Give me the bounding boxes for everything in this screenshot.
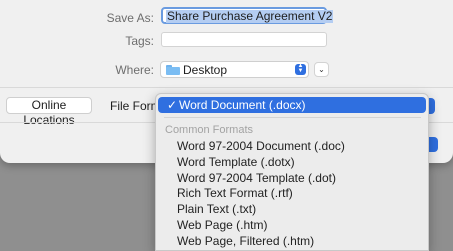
tags-label: Tags: bbox=[125, 34, 154, 48]
menu-item[interactable]: Word 97-2004 Template (.dot) bbox=[177, 171, 336, 185]
file-format-menu: ✓ Word Document (.docx) Common Formats W… bbox=[155, 93, 429, 251]
menu-separator bbox=[164, 117, 421, 118]
checkmark-icon: ✓ bbox=[167, 98, 178, 112]
menu-item[interactable]: Word Template (.dotx) bbox=[177, 155, 295, 169]
expand-chevron-icon[interactable]: ⌄ bbox=[314, 62, 329, 77]
menu-item-label: Word Document (.docx) bbox=[179, 98, 306, 112]
save-as-label: Save As: bbox=[106, 11, 154, 25]
folder-icon bbox=[166, 65, 180, 75]
menu-item[interactable]: Plain Text (.txt) bbox=[177, 202, 256, 216]
menu-item[interactable]: Rich Text Format (.rtf) bbox=[177, 186, 293, 200]
where-label: Where: bbox=[115, 63, 154, 77]
menu-item[interactable]: Word 97-2004 Document (.doc) bbox=[177, 139, 345, 153]
popup-stepper-icon: ▲ ▼ bbox=[295, 63, 306, 75]
save-as-value: Share Purchase Agreement V2 bbox=[166, 9, 334, 23]
tags-input[interactable] bbox=[161, 32, 327, 47]
menu-item-selected[interactable]: ✓ Word Document (.docx) bbox=[158, 97, 426, 113]
divider bbox=[0, 87, 453, 88]
where-value: Desktop bbox=[183, 63, 228, 77]
online-locations-button[interactable]: Online Locations bbox=[6, 97, 92, 127]
save-as-input[interactable]: Share Purchase Agreement V2 bbox=[161, 7, 334, 24]
menu-item[interactable]: Web Page, Filtered (.htm) bbox=[177, 234, 314, 248]
where-popup[interactable]: Desktop ▲ ▼ bbox=[160, 61, 309, 78]
menu-item[interactable]: Web Page (.htm) bbox=[177, 218, 267, 232]
menu-section-header: Common Formats bbox=[165, 124, 254, 136]
